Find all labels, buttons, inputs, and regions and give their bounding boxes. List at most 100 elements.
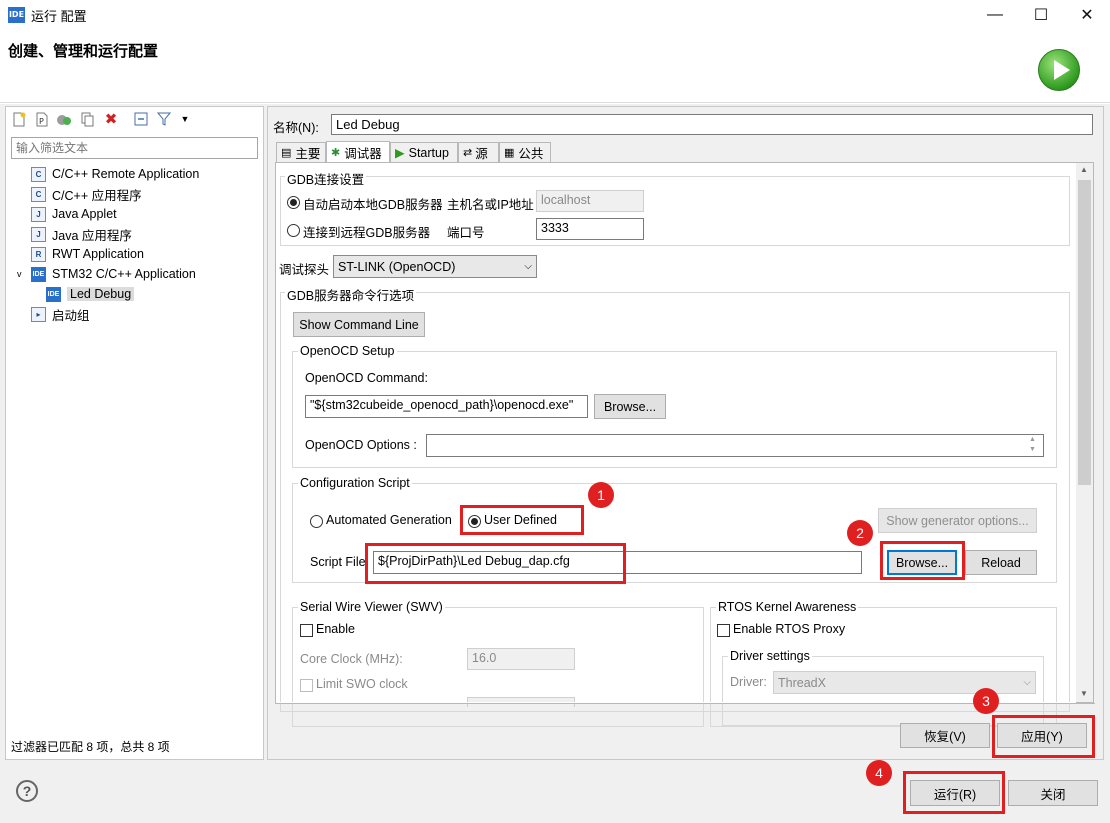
config-tree: C C/C++ Remote Application C C/C++ 应用程序 JJ… bbox=[17, 164, 259, 324]
revert-button[interactable]: 恢复(V) bbox=[900, 723, 990, 748]
scroll-down-icon[interactable]: ▼ bbox=[1080, 689, 1088, 698]
annotation-badge-3: 3 bbox=[973, 688, 999, 714]
tree-item-rwt[interactable]: R RWT Application bbox=[31, 244, 259, 264]
annotation-box-run bbox=[903, 771, 1005, 814]
config-script-title: Configuration Script bbox=[298, 476, 412, 490]
driver-label: Driver: bbox=[730, 675, 767, 689]
port-input[interactable]: 3333 bbox=[536, 218, 644, 240]
openocd-command-label: OpenOCD Command: bbox=[305, 371, 428, 385]
minimize-icon[interactable]: — bbox=[972, 0, 1018, 30]
view-menu-chevron-down-icon[interactable]: ▼ bbox=[177, 111, 193, 127]
tab-common[interactable]: ▦ 公共 bbox=[499, 142, 551, 162]
tab-main[interactable]: ▤ 主要 bbox=[276, 142, 326, 162]
tree-item-stm32[interactable]: v IDE STM32 C/C++ Application bbox=[17, 264, 259, 284]
annotation-badge-4: 4 bbox=[866, 760, 892, 786]
tree-item-java-applet[interactable]: J Java Applet bbox=[31, 204, 259, 224]
tree-item-cpp-app[interactable]: C C/C++ 应用程序 bbox=[31, 184, 259, 204]
scroll-up-icon[interactable]: ▲ bbox=[1080, 165, 1088, 174]
automated-generation-radio[interactable] bbox=[310, 514, 323, 529]
new-config-icon[interactable] bbox=[11, 111, 27, 127]
swv-title: Serial Wire Viewer (SWV) bbox=[298, 600, 445, 614]
c-icon: C bbox=[31, 166, 46, 182]
ide-icon: IDE bbox=[31, 266, 46, 282]
automated-generation-label: Automated Generation bbox=[326, 513, 452, 527]
rtos-enable-checkbox[interactable] bbox=[717, 623, 730, 638]
run-banner-icon bbox=[1038, 49, 1080, 91]
script-reload-button[interactable]: Reload bbox=[965, 550, 1037, 575]
swv-enable-label: Enable bbox=[316, 622, 355, 636]
limit-swo-label: Limit SWO clock bbox=[316, 677, 408, 691]
annotation-badge-2: 2 bbox=[847, 520, 873, 546]
import-icon[interactable] bbox=[56, 111, 72, 127]
script-file-label: Script File bbox=[310, 555, 366, 569]
openocd-command-input[interactable]: "${stm32cubeide_openocd_path}\openocd.ex… bbox=[305, 395, 588, 418]
host-label: 主机名或IP地址 bbox=[447, 198, 534, 212]
title-bar bbox=[0, 0, 1110, 30]
openocd-setup-title: OpenOCD Setup bbox=[298, 344, 397, 358]
swv-enable-checkbox[interactable] bbox=[300, 623, 313, 638]
collapse-all-icon[interactable] bbox=[133, 111, 149, 127]
ide-app-icon: IDE bbox=[8, 7, 25, 23]
ide-icon: IDE bbox=[46, 286, 61, 302]
chevron-down-icon: ⌵ bbox=[524, 261, 532, 272]
tab-startup[interactable]: ▶ Startup bbox=[390, 142, 458, 162]
limit-swo-checkbox[interactable] bbox=[300, 678, 313, 693]
common-tab-icon: ▦ bbox=[504, 147, 515, 159]
startup-tab-icon: ▶ bbox=[395, 146, 405, 160]
annotation-box-browse bbox=[880, 541, 965, 580]
svg-text:P: P bbox=[39, 117, 44, 126]
filter-input[interactable] bbox=[11, 137, 258, 159]
java-icon: J bbox=[31, 226, 46, 242]
remote-gdb-radio[interactable] bbox=[287, 223, 300, 238]
host-input[interactable]: localhost bbox=[536, 190, 644, 212]
name-input[interactable] bbox=[331, 114, 1093, 135]
driver-select[interactable]: ThreadX ⌵ bbox=[773, 671, 1036, 694]
dialog-header bbox=[0, 30, 1110, 103]
driver-settings-title: Driver settings bbox=[728, 649, 812, 663]
delete-icon[interactable]: ✖ bbox=[103, 111, 119, 128]
close-icon[interactable]: ✕ bbox=[1064, 0, 1110, 30]
window-title: 运行 配置 bbox=[31, 9, 87, 24]
local-gdb-radio[interactable] bbox=[287, 195, 300, 210]
filter-icon[interactable] bbox=[156, 111, 172, 127]
close-button[interactable]: 关闭 bbox=[1008, 780, 1098, 806]
main-tab-icon: ▤ bbox=[281, 147, 292, 159]
probe-label: 调试探头 bbox=[279, 263, 330, 277]
openocd-browse-button[interactable]: Browse... bbox=[594, 394, 666, 419]
tree-item-launch-group[interactable]: ▸ 启动组 bbox=[31, 304, 259, 324]
core-clock-input[interactable]: 16.0 bbox=[467, 648, 575, 670]
name-label: 名称(N): bbox=[273, 121, 319, 135]
tab-debugger[interactable]: ✱ 调试器 bbox=[326, 141, 390, 163]
openocd-options-input[interactable] bbox=[426, 434, 1044, 457]
help-icon[interactable]: ? bbox=[16, 780, 38, 802]
show-generator-options-button[interactable]: Show generator options... bbox=[878, 508, 1037, 533]
rtos-title: RTOS Kernel Awareness bbox=[716, 600, 859, 614]
local-gdb-label: 自动启动本地GDB服务器 bbox=[303, 198, 443, 212]
source-tab-icon: ⇄ bbox=[463, 147, 473, 159]
duplicate-icon[interactable] bbox=[80, 111, 96, 127]
c-icon: C bbox=[31, 186, 46, 202]
annotation-badge-1: 1 bbox=[588, 482, 614, 508]
maximize-icon[interactable]: ☐ bbox=[1018, 0, 1064, 30]
probe-select[interactable]: ST-LINK (OpenOCD) ⌵ bbox=[333, 255, 537, 278]
filter-status: 过滤器已匹配 8 项，总共 8 项 bbox=[11, 740, 170, 754]
new-prototype-icon[interactable]: P bbox=[34, 111, 50, 127]
gdb-server-options-title: GDB服务器命令行选项 bbox=[285, 285, 417, 304]
java-applet-icon: J bbox=[31, 206, 46, 222]
scrollbar-thumb[interactable] bbox=[1078, 180, 1091, 485]
annotation-box-script-file bbox=[365, 543, 626, 584]
rtos-enable-label: Enable RTOS Proxy bbox=[733, 622, 846, 636]
tab-source[interactable]: ⇄ 源 bbox=[458, 142, 499, 162]
annotation-box-apply bbox=[992, 715, 1095, 758]
tree-item-led-debug[interactable]: IDE Led Debug bbox=[46, 284, 259, 304]
openocd-options-label: OpenOCD Options : bbox=[305, 438, 417, 452]
show-command-line-button[interactable]: Show Command Line bbox=[293, 312, 425, 337]
spinner-arrows-icon[interactable]: ▲ ▼ bbox=[1029, 435, 1036, 455]
chevron-down-icon[interactable]: v bbox=[17, 269, 31, 279]
tab-content-border bbox=[275, 703, 1095, 704]
tree-item-java-app[interactable]: J Java 应用程序 bbox=[31, 224, 259, 244]
gdb-connection-title: GDB连接设置 bbox=[285, 169, 367, 188]
chevron-down-icon: ⌵ bbox=[1023, 677, 1031, 688]
tree-item-cpp-remote[interactable]: C C/C++ Remote Application bbox=[31, 164, 259, 184]
port-label: 端口号 bbox=[447, 226, 485, 240]
